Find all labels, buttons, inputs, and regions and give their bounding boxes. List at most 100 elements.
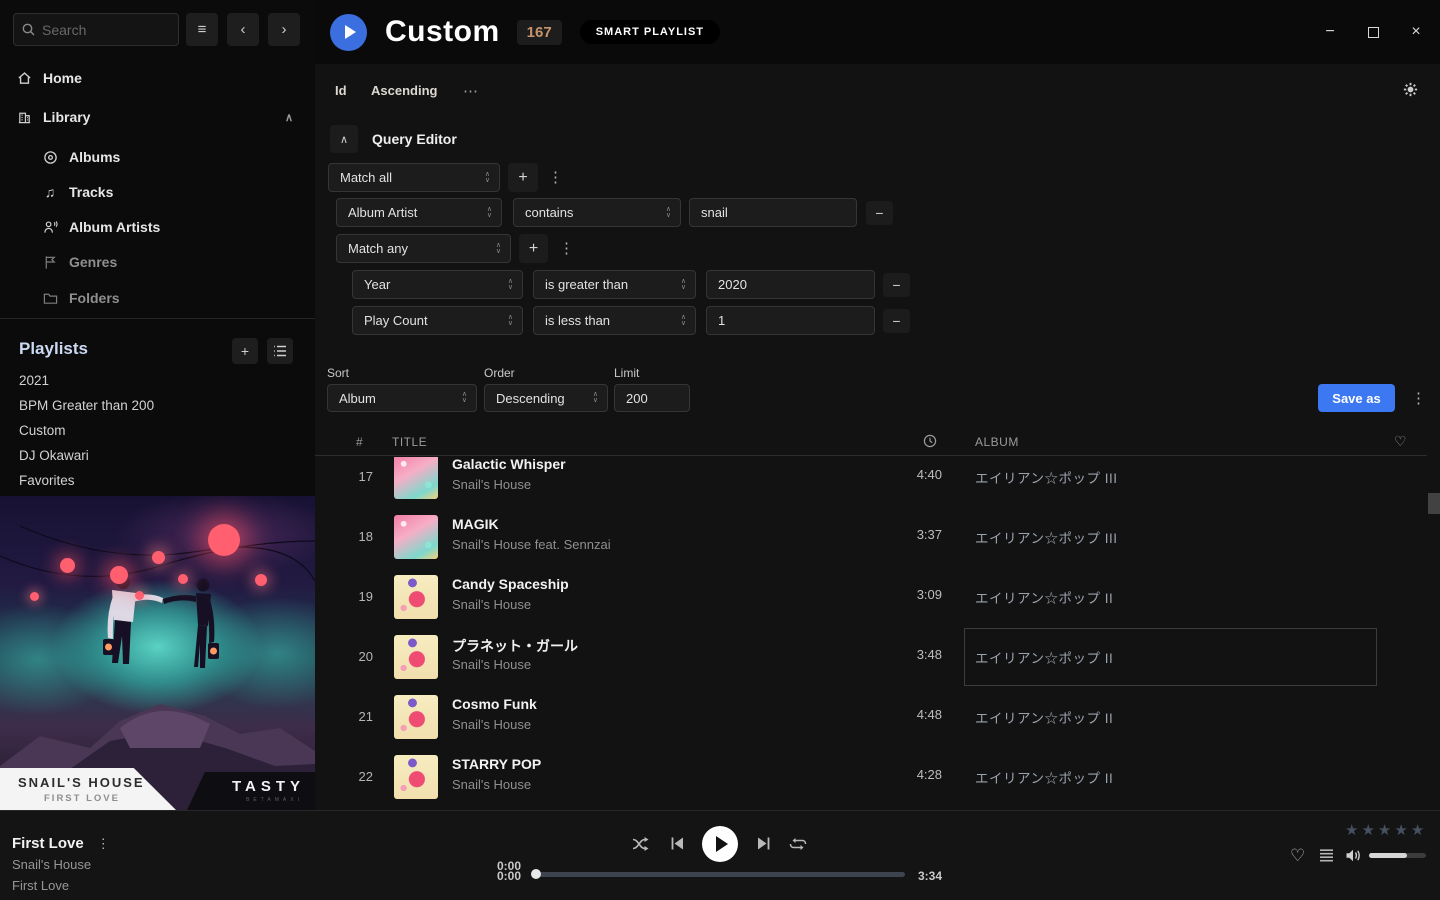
playlist-item[interactable]: DJ Okawari xyxy=(19,448,89,463)
rule-operator-select[interactable]: is greater than ∧∨ xyxy=(533,270,696,299)
track-artist[interactable]: Snail's House xyxy=(452,477,531,492)
sidebar-item-folders[interactable]: Folders xyxy=(0,285,315,311)
sidebar-item-home[interactable]: Home xyxy=(0,65,315,91)
search-field[interactable] xyxy=(42,22,152,38)
sidebar-item-tracks[interactable]: ♫ Tracks xyxy=(0,179,315,205)
sidebar-item-library[interactable]: Library ∧ xyxy=(0,104,315,130)
rule-field-select[interactable]: Album Artist ∧∨ xyxy=(336,198,502,227)
close-button[interactable]: × xyxy=(1408,24,1424,40)
rule-value-input[interactable] xyxy=(706,270,875,299)
track-artist[interactable]: Snail's House xyxy=(452,597,531,612)
maximize-button[interactable] xyxy=(1365,24,1381,40)
track-artist[interactable]: Snail's House xyxy=(452,717,531,732)
rule-value-input[interactable] xyxy=(706,306,875,335)
track-artist[interactable]: Snail's House xyxy=(452,657,531,672)
playlist-item[interactable]: Custom xyxy=(19,423,66,438)
track-album[interactable]: エイリアン☆ポップ II xyxy=(975,767,1113,787)
volume-slider[interactable] xyxy=(1369,853,1426,858)
menu-icon[interactable]: ≡ xyxy=(186,13,218,46)
track-album[interactable]: エイリアン☆ポップ III xyxy=(975,467,1117,487)
rule-field-select[interactable]: Year ∧∨ xyxy=(352,270,523,299)
remove-rule-button[interactable]: − xyxy=(866,201,893,225)
add-playlist-button[interactable]: + xyxy=(232,338,258,364)
more-options-icon[interactable]: ⋯ xyxy=(463,82,479,100)
playlist-list-button[interactable] xyxy=(267,338,293,364)
now-playing-title[interactable]: First Love xyxy=(12,835,84,852)
sort-order-button[interactable]: Ascending xyxy=(371,83,437,98)
star-icon[interactable]: ★ xyxy=(1345,821,1358,839)
track-artist[interactable]: Snail's House xyxy=(452,777,531,792)
scrollbar-thumb[interactable] xyxy=(1428,493,1440,514)
column-title[interactable]: TITLE xyxy=(392,435,427,449)
shuffle-icon[interactable] xyxy=(632,836,651,852)
favorite-column-heart-icon[interactable]: ♡ xyxy=(1394,433,1407,450)
add-rule-button[interactable]: + xyxy=(519,234,548,263)
table-row[interactable]: 19 Candy Spaceship Snail's House 3:09 エイ… xyxy=(315,567,1427,627)
play-pause-button[interactable] xyxy=(702,826,738,862)
track-album[interactable]: エイリアン☆ポップ II xyxy=(975,647,1113,667)
table-row[interactable]: 18 MAGIK Snail's House feat. Sennzai 3:3… xyxy=(315,507,1427,567)
match-group-select[interactable]: Match all ∧∨ xyxy=(328,163,500,192)
sidebar-item-albums[interactable]: Albums xyxy=(0,144,315,170)
column-album[interactable]: ALBUM xyxy=(975,435,1019,449)
chevron-up-icon[interactable]: ∧ xyxy=(285,111,293,124)
group-options-icon[interactable]: ⋮ xyxy=(548,168,563,186)
rule-field-select[interactable]: Play Count ∧∨ xyxy=(352,306,523,335)
add-rule-button[interactable]: + xyxy=(508,163,538,192)
sort-field-button[interactable]: Id xyxy=(335,83,347,98)
next-track-icon[interactable] xyxy=(756,836,771,851)
track-album[interactable]: エイリアン☆ポップ III xyxy=(975,527,1117,547)
rule-value-input[interactable] xyxy=(689,198,857,227)
favorite-heart-icon[interactable]: ♡ xyxy=(1290,846,1305,866)
rule-operator-select[interactable]: contains ∧∨ xyxy=(513,198,681,227)
limit-input[interactable] xyxy=(614,384,690,412)
table-row[interactable]: 17 Galactic Whisper Snail's House 4:40 エ… xyxy=(315,457,1427,507)
table-row[interactable]: 21 Cosmo Funk Snail's House 4:48 エイリアン☆ポ… xyxy=(315,687,1427,747)
column-number[interactable]: # xyxy=(356,435,363,449)
query-editor-collapse-button[interactable]: ∧ xyxy=(330,125,358,153)
now-playing-options-icon[interactable]: ⋮ xyxy=(97,836,110,852)
sidebar-item-album-artists[interactable]: Album Artists xyxy=(0,214,315,240)
track-album[interactable]: エイリアン☆ポップ II xyxy=(975,587,1113,607)
nav-back-icon[interactable]: ‹ xyxy=(227,13,259,46)
match-group-select[interactable]: Match any ∧∨ xyxy=(336,234,511,263)
playlist-item[interactable]: 2021 xyxy=(19,373,49,388)
order-select[interactable]: Descending ∧∨ xyxy=(484,384,608,412)
seek-bar[interactable] xyxy=(535,872,905,877)
lantern-glow xyxy=(30,592,39,601)
duration-clock-icon[interactable] xyxy=(923,434,937,448)
play-playlist-button[interactable] xyxy=(330,14,367,51)
now-playing-artist[interactable]: Snail's House xyxy=(12,857,91,872)
save-as-button[interactable]: Save as xyxy=(1318,384,1395,412)
rule-operator-select[interactable]: is less than ∧∨ xyxy=(533,306,696,335)
table-row[interactable]: 22 STARRY POP Snail's House 4:28 エイリアン☆ポ… xyxy=(315,747,1427,807)
star-icon[interactable]: ★ xyxy=(1361,821,1374,839)
seek-handle[interactable] xyxy=(531,869,541,879)
star-icon[interactable]: ★ xyxy=(1411,821,1424,839)
repeat-icon[interactable] xyxy=(789,837,807,851)
playlist-item[interactable]: Favorites xyxy=(19,473,75,488)
nav-forward-icon[interactable]: › xyxy=(268,13,300,46)
group-options-icon[interactable]: ⋮ xyxy=(559,239,574,257)
previous-track-icon[interactable] xyxy=(670,836,685,851)
remove-rule-button[interactable]: − xyxy=(883,309,910,333)
search-input[interactable] xyxy=(13,13,179,46)
sort-select[interactable]: Album ∧∨ xyxy=(327,384,477,412)
star-icon[interactable]: ★ xyxy=(1378,821,1391,839)
queue-icon[interactable] xyxy=(1319,849,1334,862)
table-row[interactable]: 20 プラネット・ガール Snail's House 3:48 エイリアン☆ポッ… xyxy=(315,627,1427,687)
track-album[interactable]: エイリアン☆ポップ II xyxy=(975,707,1113,727)
track-artist[interactable]: Snail's House feat. Sennzai xyxy=(452,537,611,552)
minimize-button[interactable]: − xyxy=(1322,24,1338,40)
track-duration: 4:28 xyxy=(875,767,942,782)
now-playing-artwork[interactable]: SNAIL'S HOUSE FIRST LOVE TASTY BETAMAXI xyxy=(0,496,315,810)
sidebar-item-genres[interactable]: Genres xyxy=(0,249,315,275)
volume-icon[interactable] xyxy=(1345,848,1362,863)
star-icon[interactable]: ★ xyxy=(1394,821,1407,839)
playlist-item[interactable]: BPM Greater than 200 xyxy=(19,398,154,413)
save-options-icon[interactable]: ⋮ xyxy=(1411,389,1426,407)
track-cover-art xyxy=(394,755,438,799)
gear-icon[interactable] xyxy=(1403,82,1418,97)
now-playing-album[interactable]: First Love xyxy=(12,878,69,893)
remove-rule-button[interactable]: − xyxy=(883,273,910,297)
